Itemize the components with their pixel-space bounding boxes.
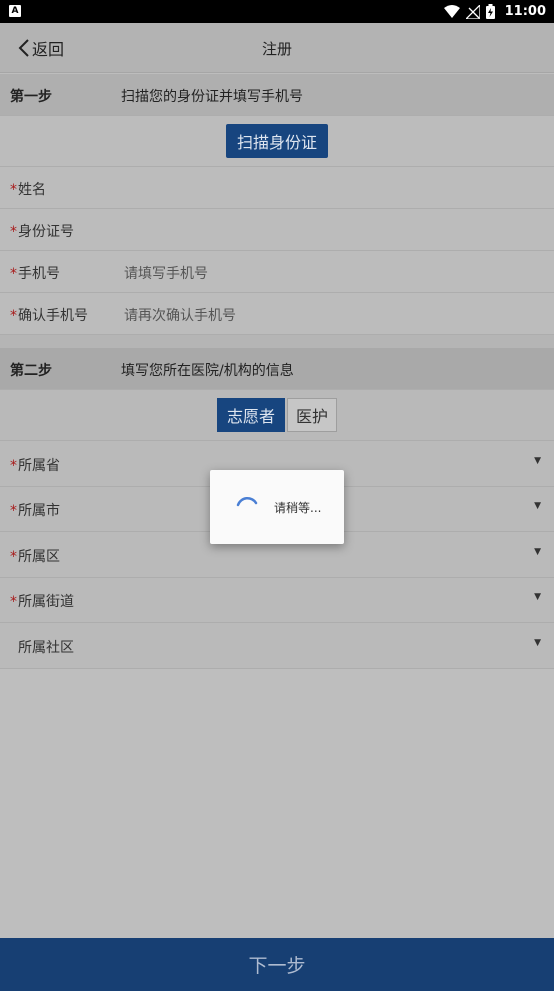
step2-header: 第二步 填写您所在医院/机构的信息 — [0, 348, 554, 390]
select-province-text: 所属省 — [18, 458, 60, 474]
dropdown-arrow-icon: ▼ — [534, 592, 541, 602]
required-star: * — [10, 549, 17, 565]
select-street[interactable]: *所属街道 ▼ — [0, 578, 554, 623]
dropdown-arrow-icon: ▼ — [534, 501, 541, 511]
select-district-text: 所属区 — [18, 549, 60, 565]
dropdown-arrow-icon: ▼ — [534, 547, 541, 557]
confirm-phone-input[interactable]: 请再次确认手机号 — [124, 305, 236, 325]
section-gap — [0, 335, 554, 348]
select-street-text: 所属街道 — [18, 594, 74, 610]
step2-label: 第二步 — [10, 363, 52, 379]
select-community[interactable]: 所属社区 ▼ — [0, 623, 554, 669]
step1-header: 第一步 扫描您的身份证并填写手机号 — [0, 74, 554, 116]
tab-volunteer[interactable]: 志愿者 — [217, 398, 285, 432]
loading-dialog: 请稍等... — [210, 470, 344, 544]
phone-input[interactable]: 请填写手机号 — [124, 263, 208, 283]
select-street-label: *所属街道 — [10, 591, 74, 611]
tab-medical[interactable]: 医护 — [287, 398, 337, 432]
field-name-label: *姓名 — [10, 179, 46, 199]
step2-desc: 填写您所在医院/机构的信息 — [121, 363, 294, 379]
required-star: * — [10, 594, 17, 610]
required-star: * — [10, 458, 17, 474]
field-id-number[interactable]: *身份证号 — [0, 209, 554, 251]
scan-row: 扫描身份证 — [0, 116, 554, 167]
step1-desc: 扫描您的身份证并填写手机号 — [121, 89, 303, 105]
app-header: 返回 注册 — [0, 23, 554, 73]
required-star: * — [10, 503, 17, 519]
dropdown-arrow-icon: ▼ — [534, 456, 541, 466]
step1-label: 第一步 — [10, 89, 52, 105]
required-star: * — [10, 224, 17, 240]
next-step-button[interactable]: 下一步 — [0, 938, 554, 991]
field-name[interactable]: *姓名 — [0, 167, 554, 209]
app-notification-icon: A — [9, 5, 21, 17]
field-id-number-text: 身份证号 — [18, 224, 74, 240]
loading-message: 请稍等... — [274, 501, 322, 515]
field-confirm-phone-label: *确认手机号 — [10, 305, 88, 325]
role-tabs-row: 志愿者 医护 — [0, 390, 554, 441]
select-province-label: *所属省 — [10, 455, 60, 475]
select-city-text: 所属市 — [18, 503, 60, 519]
required-star: * — [10, 182, 17, 198]
field-phone-label: *手机号 — [10, 263, 60, 283]
select-city-label: *所属市 — [10, 500, 60, 520]
clock: 11:00 — [504, 4, 546, 19]
loading-spinner-icon — [236, 496, 258, 507]
select-district-label: *所属区 — [10, 546, 60, 566]
required-star: * — [10, 266, 17, 282]
select-community-label: 所属社区 — [18, 640, 74, 656]
battery-charging-icon — [485, 4, 495, 19]
no-signal-icon — [465, 4, 480, 19]
wifi-icon — [443, 4, 460, 18]
field-phone-text: 手机号 — [18, 266, 60, 282]
field-phone[interactable]: *手机号 请填写手机号 — [0, 251, 554, 293]
field-confirm-phone-text: 确认手机号 — [18, 308, 88, 324]
scan-id-button[interactable]: 扫描身份证 — [226, 124, 328, 158]
page-title: 注册 — [261, 40, 292, 58]
field-id-number-label: *身份证号 — [10, 221, 74, 241]
required-star: * — [10, 308, 17, 324]
empty-area — [0, 669, 554, 938]
dropdown-arrow-icon: ▼ — [534, 638, 541, 648]
field-name-text: 姓名 — [18, 182, 46, 198]
status-bar: A 11:00 — [0, 0, 554, 23]
field-confirm-phone[interactable]: *确认手机号 请再次确认手机号 — [0, 293, 554, 335]
